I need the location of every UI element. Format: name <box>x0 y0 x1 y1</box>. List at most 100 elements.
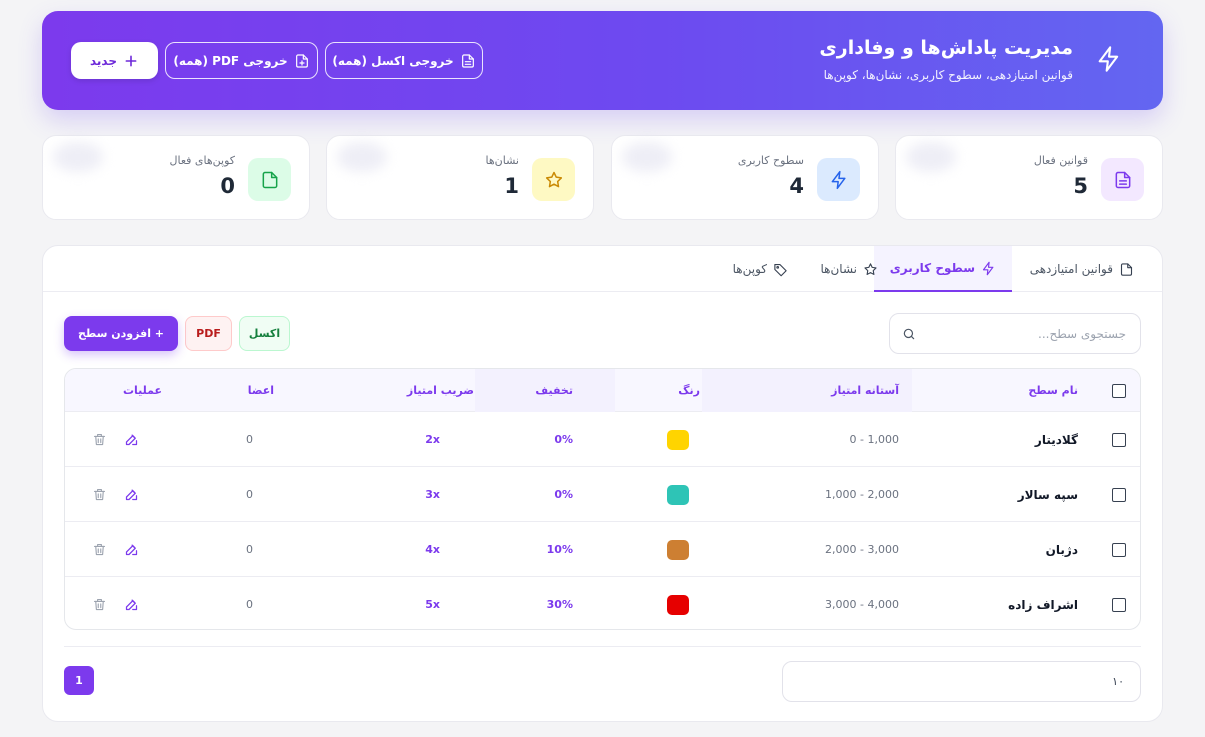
delete-cell <box>92 577 107 629</box>
edit-icon[interactable] <box>124 542 139 557</box>
level-multiplier: 5x <box>425 598 440 611</box>
row-select-cell <box>1098 467 1140 522</box>
level-name: سپه سالار <box>1017 487 1078 502</box>
edit-cell <box>124 522 139 577</box>
stat-label: قوانین فعال <box>1033 154 1088 167</box>
star-icon <box>532 158 575 201</box>
column-header-members: اعضا <box>247 384 274 397</box>
edit-icon[interactable] <box>124 487 139 502</box>
row-checkbox[interactable] <box>1112 597 1126 612</box>
table-row: دژبان 2,000 - 3,000 10% 4x 0 <box>65 522 1140 577</box>
tab-scoring-rules[interactable]: قوانین امتیازدهی <box>1014 246 1150 292</box>
edit-icon[interactable] <box>124 597 139 612</box>
levels-panel: قوانین امتیازدهی سطوح کاربری نشان‌ها کوپ… <box>42 245 1163 722</box>
column-header-multiplier: ضریب امتیاز <box>406 384 474 397</box>
stat-card-active-coupons: کوپن‌های فعال 0 <box>42 135 310 220</box>
table-header: نام سطح آستانه امتیاز رنگ تخفیف ضریب امت… <box>65 369 1140 412</box>
page-title: مدیریت پاداش‌ها و وفاداری <box>819 37 1073 59</box>
edit-cell <box>124 467 139 522</box>
level-discount: 30% <box>546 598 573 611</box>
tab-badges[interactable]: نشان‌ها <box>805 246 895 292</box>
delete-cell <box>92 522 107 577</box>
row-select-cell <box>1098 412 1140 467</box>
table-row: سپه سالار 1,000 - 2,000 0% 3x 0 <box>65 467 1140 522</box>
column-header-actions: عملیات <box>122 384 162 397</box>
decorative-blur <box>906 142 956 172</box>
edit-icon[interactable] <box>124 432 139 447</box>
row-checkbox[interactable] <box>1112 487 1126 502</box>
color-swatch <box>667 484 689 505</box>
page-button-current[interactable]: 1 <box>64 666 94 695</box>
color-swatch <box>667 594 689 615</box>
file-icon <box>1119 262 1134 277</box>
decorative-blur <box>622 142 672 172</box>
level-name: اشراف زاده <box>1008 597 1078 612</box>
trash-icon[interactable] <box>92 432 107 447</box>
tab-label: قوانین امتیازدهی <box>1029 262 1113 276</box>
level-multiplier: 3x <box>425 488 440 501</box>
tab-label: کوپن‌ها <box>732 262 767 276</box>
level-threshold: 1,000 - 2,000 <box>825 488 899 501</box>
row-checkbox[interactable] <box>1112 432 1126 447</box>
page-header: مدیریت پاداش‌ها و وفاداری قوانین امتیازد… <box>42 11 1163 110</box>
color-swatch <box>667 539 689 560</box>
export-excel-button[interactable]: اکسل <box>239 316 290 351</box>
select-all-cell <box>1098 369 1140 412</box>
edit-cell <box>124 577 139 629</box>
export-pdf-button[interactable]: PDF <box>185 316 232 351</box>
tab-bar: قوانین امتیازدهی سطوح کاربری نشان‌ها کوپ… <box>43 246 1162 292</box>
select-all-checkbox[interactable] <box>1112 383 1126 398</box>
level-members: 0 <box>246 488 253 501</box>
level-members: 0 <box>246 598 253 611</box>
search-input[interactable] <box>926 314 1126 353</box>
level-discount: 0% <box>554 433 573 446</box>
stat-label: کوپن‌های فعال <box>169 154 235 167</box>
decorative-blur <box>337 142 387 172</box>
level-discount: 10% <box>546 543 573 556</box>
search-icon <box>902 327 916 341</box>
page-subtitle: قوانین امتیازدهی، سطوح کاربری، نشان‌ها، … <box>823 68 1073 82</box>
column-header-name: نام سطح <box>1028 384 1078 397</box>
tab-coupons[interactable]: کوپن‌ها <box>717 246 804 292</box>
trash-icon[interactable] <box>92 542 107 557</box>
stat-value: 4 <box>789 174 804 198</box>
page-size-select[interactable]: ۱۰ <box>782 661 1141 702</box>
stat-value: 0 <box>220 174 235 198</box>
stat-card-active-rules: قوانین فعال 5 <box>895 135 1163 220</box>
table-row: گلادیتار 0 - 1,000 0% 2x 0 <box>65 412 1140 467</box>
delete-cell <box>92 467 107 522</box>
trash-icon[interactable] <box>92 597 107 612</box>
export-pdf-all-label: خروجی PDF (همه) <box>173 53 288 68</box>
trash-icon[interactable] <box>92 487 107 502</box>
tab-user-levels[interactable]: سطوح کاربری <box>873 246 1012 292</box>
level-multiplier: 2x <box>425 433 440 446</box>
file-plus-icon <box>294 53 310 69</box>
stat-value: 5 <box>1073 174 1088 198</box>
divider <box>64 646 1141 647</box>
level-name: دژبان <box>1045 542 1078 557</box>
level-color-cell <box>667 522 689 577</box>
export-pdf-all-button[interactable]: خروجی PDF (همه) <box>165 42 318 79</box>
search-box <box>889 313 1141 354</box>
stat-card-badges: نشان‌ها 1 <box>326 135 594 220</box>
stat-label: نشان‌ها <box>485 154 519 167</box>
level-threshold: 2,000 - 3,000 <box>825 543 899 556</box>
decorative-blur <box>53 142 103 172</box>
star-icon <box>863 262 878 277</box>
tab-label: سطوح کاربری <box>889 261 975 275</box>
export-excel-all-button[interactable]: خروجی اکسل (همه) <box>325 42 483 79</box>
levels-table: نام سطح آستانه امتیاز رنگ تخفیف ضریب امت… <box>64 368 1141 630</box>
column-header-threshold: آستانه امتیاز <box>702 369 912 412</box>
file-text-icon <box>1101 158 1144 201</box>
file-icon <box>248 158 291 201</box>
color-swatch <box>667 429 689 450</box>
row-select-cell <box>1098 522 1140 577</box>
new-button[interactable]: جدید <box>71 42 158 79</box>
stat-card-user-levels: سطوح کاربری 4 <box>611 135 879 220</box>
level-color-cell <box>667 577 689 629</box>
add-level-button[interactable]: + افزودن سطح <box>64 316 178 351</box>
row-checkbox[interactable] <box>1112 542 1126 557</box>
file-text-icon <box>460 53 476 69</box>
level-multiplier: 4x <box>425 543 440 556</box>
level-name: گلادیتار <box>1034 432 1078 447</box>
